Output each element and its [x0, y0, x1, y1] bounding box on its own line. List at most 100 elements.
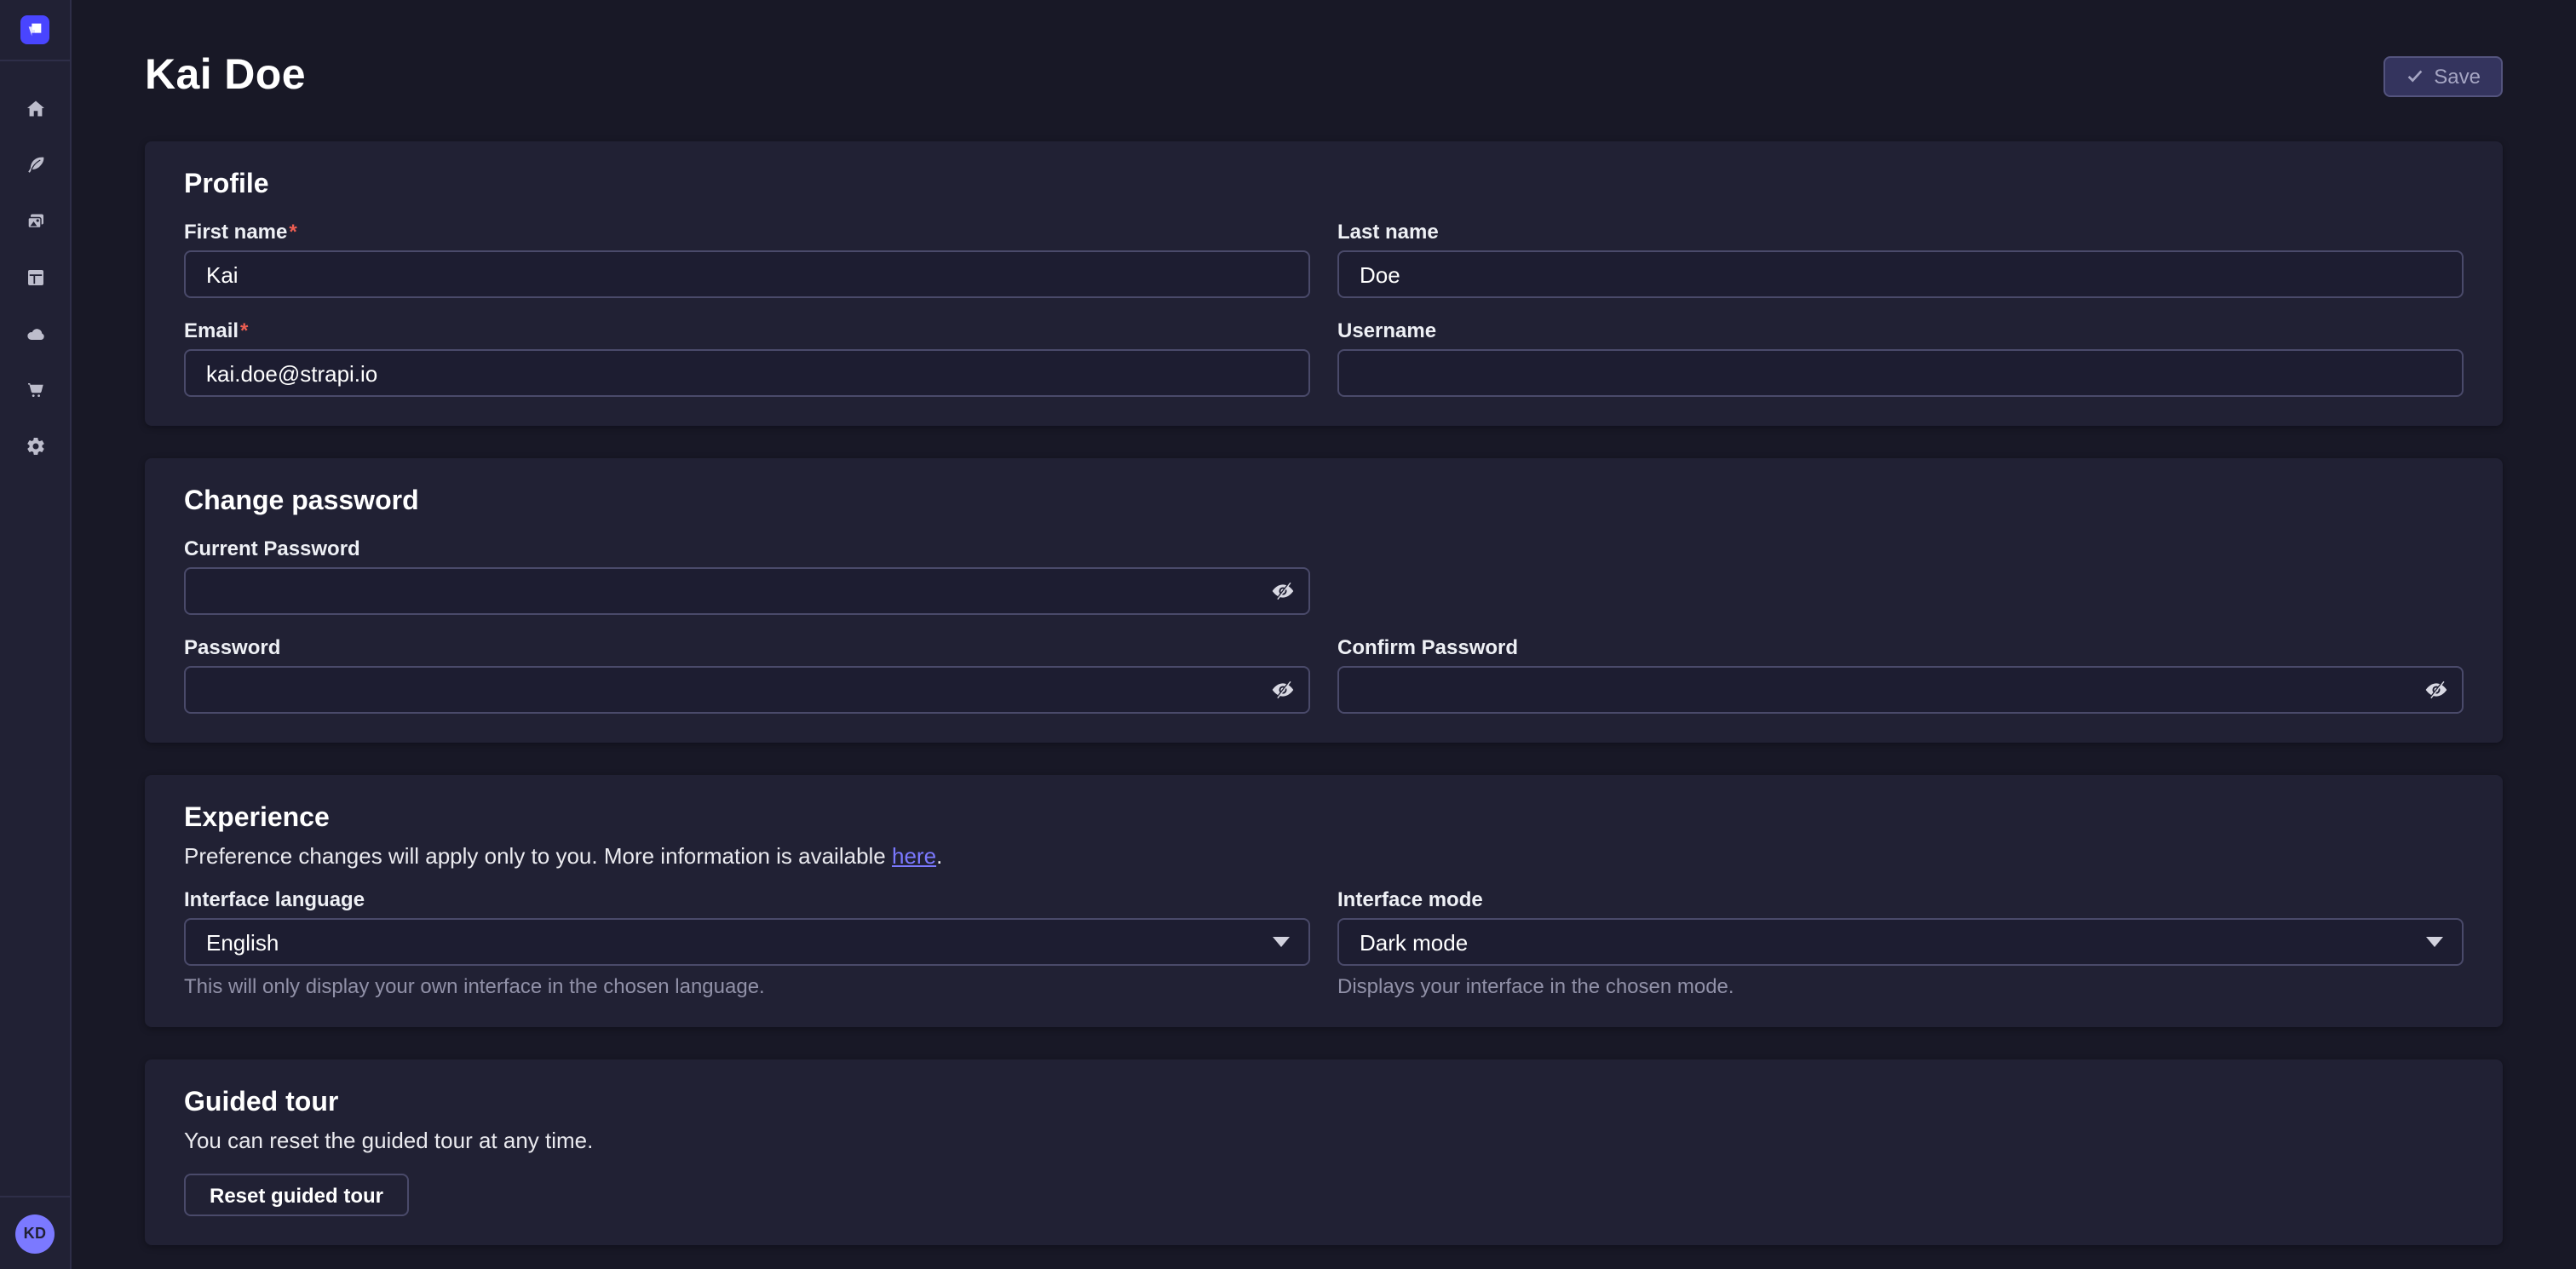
- new-password-label-text: Password: [184, 635, 280, 659]
- screen: KD Kai Doe Save Profile First name*: [0, 0, 2576, 1269]
- toggle-current-password-visibility-button[interactable]: [1271, 579, 1295, 603]
- experience-description-period: .: [936, 843, 942, 869]
- interface-mode-label: Interface mode: [1337, 887, 2464, 911]
- profile-card: Profile First name* Last name: [145, 141, 2503, 426]
- confirm-password-label-text: Confirm Password: [1337, 635, 1518, 659]
- password-grid: Current Password: [184, 537, 2464, 714]
- username-input-wrap: [1337, 349, 2464, 397]
- new-password-label: Password: [184, 635, 1310, 659]
- experience-card-title: Experience: [184, 804, 2464, 835]
- check-icon: [2405, 66, 2424, 85]
- interface-language-label: Interface language: [184, 887, 1310, 911]
- strapi-logo-icon: [26, 20, 44, 39]
- gear-icon: [25, 435, 45, 456]
- experience-description-text: Preference changes will apply only to yo…: [184, 843, 892, 869]
- guided-tour-title: Guided tour: [184, 1088, 338, 1119]
- first-name-label-text: First name: [184, 220, 287, 244]
- toggle-confirm-password-visibility-button[interactable]: [2424, 678, 2448, 702]
- last-name-input-wrap: [1337, 250, 2464, 298]
- user-avatar[interactable]: KD: [15, 1214, 55, 1253]
- page-title: Kai Doe: [145, 51, 306, 100]
- cards-column: Profile First name* Last name: [145, 141, 2503, 1245]
- change-password-title: Change password: [184, 487, 2464, 518]
- sidebar-item-deploy[interactable]: [0, 305, 71, 361]
- eye-slash-icon: [2424, 678, 2448, 702]
- required-asterisk: *: [240, 319, 248, 342]
- username-label: Username: [1337, 319, 2464, 342]
- first-name-input[interactable]: [184, 250, 1310, 298]
- interface-mode-field: Interface mode Dark mode Displays your i…: [1337, 887, 2464, 998]
- images-icon: [25, 210, 45, 231]
- sidebar-item-home[interactable]: [0, 80, 71, 136]
- confirm-password-input-wrap: [1337, 666, 2464, 714]
- current-password-input-wrap: [184, 567, 1310, 615]
- email-label: Email*: [184, 319, 1310, 342]
- toggle-new-password-visibility-button[interactable]: [1271, 678, 1295, 702]
- strapi-logo-button[interactable]: [20, 15, 49, 44]
- sidebar-footer: KD: [0, 1196, 70, 1269]
- more-information-link[interactable]: here: [892, 843, 936, 869]
- chevron-down-icon: [1273, 937, 1290, 947]
- sidebar: KD: [0, 0, 72, 1269]
- interface-mode-value: Dark mode: [1360, 929, 1468, 955]
- interface-mode-select[interactable]: Dark mode: [1337, 918, 2464, 966]
- interface-language-value: English: [206, 929, 279, 955]
- sidebar-item-marketplace[interactable]: [0, 361, 71, 417]
- new-password-input[interactable]: [184, 666, 1310, 714]
- email-input-wrap: [184, 349, 1310, 397]
- confirm-password-input[interactable]: [1337, 666, 2464, 714]
- eye-slash-icon: [1271, 678, 1295, 702]
- page-header: Kai Doe Save: [145, 51, 2503, 100]
- sidebar-item-content-type-builder[interactable]: [0, 249, 71, 305]
- new-password-input-wrap: [184, 666, 1310, 714]
- last-name-field: Last name: [1337, 220, 2464, 298]
- cart-icon: [25, 379, 45, 399]
- sidebar-item-media-library[interactable]: [0, 192, 71, 249]
- confirm-password-label: Confirm Password: [1337, 635, 2464, 659]
- sidebar-nav: [0, 61, 70, 1196]
- sidebar-item-content-manager[interactable]: [0, 136, 71, 192]
- cloud-icon: [25, 323, 45, 343]
- feather-icon: [25, 154, 45, 175]
- experience-description: Preference changes will apply only to yo…: [184, 843, 2464, 869]
- reset-guided-tour-button[interactable]: Reset guided tour: [184, 1174, 409, 1216]
- main-content: Kai Doe Save Profile First name*: [72, 0, 2576, 1269]
- current-password-input[interactable]: [184, 567, 1310, 615]
- email-field: Email*: [184, 319, 1310, 397]
- first-name-input-wrap: [184, 250, 1310, 298]
- home-icon: [25, 98, 45, 118]
- email-input[interactable]: [184, 349, 1310, 397]
- save-button[interactable]: Save: [2383, 55, 2503, 96]
- email-label-text: Email: [184, 319, 239, 342]
- last-name-input[interactable]: [1337, 250, 2464, 298]
- new-password-field: Password: [184, 635, 1310, 714]
- password-grid-spacer: [1337, 537, 2464, 615]
- current-password-label: Current Password: [184, 537, 1310, 560]
- interface-language-label-text: Interface language: [184, 887, 365, 911]
- required-asterisk: *: [289, 220, 296, 244]
- interface-mode-hint: Displays your interface in the chosen mo…: [1337, 974, 2464, 998]
- eye-slash-icon: [1271, 579, 1295, 603]
- first-name-field: First name*: [184, 220, 1310, 298]
- current-password-field: Current Password: [184, 537, 1310, 615]
- username-field: Username: [1337, 319, 2464, 397]
- first-name-label: First name*: [184, 220, 1310, 244]
- change-password-card: Change password Current Password: [145, 458, 2503, 743]
- sidebar-item-settings[interactable]: [0, 417, 71, 474]
- layout-icon: [25, 267, 45, 287]
- interface-language-select[interactable]: English: [184, 918, 1310, 966]
- last-name-label: Last name: [1337, 220, 2464, 244]
- current-password-label-text: Current Password: [184, 537, 360, 560]
- interface-language-field: Interface language English This will onl…: [184, 887, 1310, 998]
- username-input[interactable]: [1337, 349, 2464, 397]
- confirm-password-field: Confirm Password: [1337, 635, 2464, 714]
- guided-tour-description: You can reset the guided tour at any tim…: [184, 1128, 593, 1153]
- profile-card-title: Profile: [184, 170, 2464, 201]
- username-label-text: Username: [1337, 319, 1436, 342]
- last-name-label-text: Last name: [1337, 220, 1439, 244]
- guided-tour-card: Guided tour You can reset the guided tou…: [145, 1059, 2503, 1245]
- logo-box: [0, 0, 70, 61]
- interface-language-hint: This will only display your own interfac…: [184, 974, 1310, 998]
- experience-card: Experience Preference changes will apply…: [145, 775, 2503, 1027]
- profile-grid: First name* Last name Email*: [184, 220, 2464, 397]
